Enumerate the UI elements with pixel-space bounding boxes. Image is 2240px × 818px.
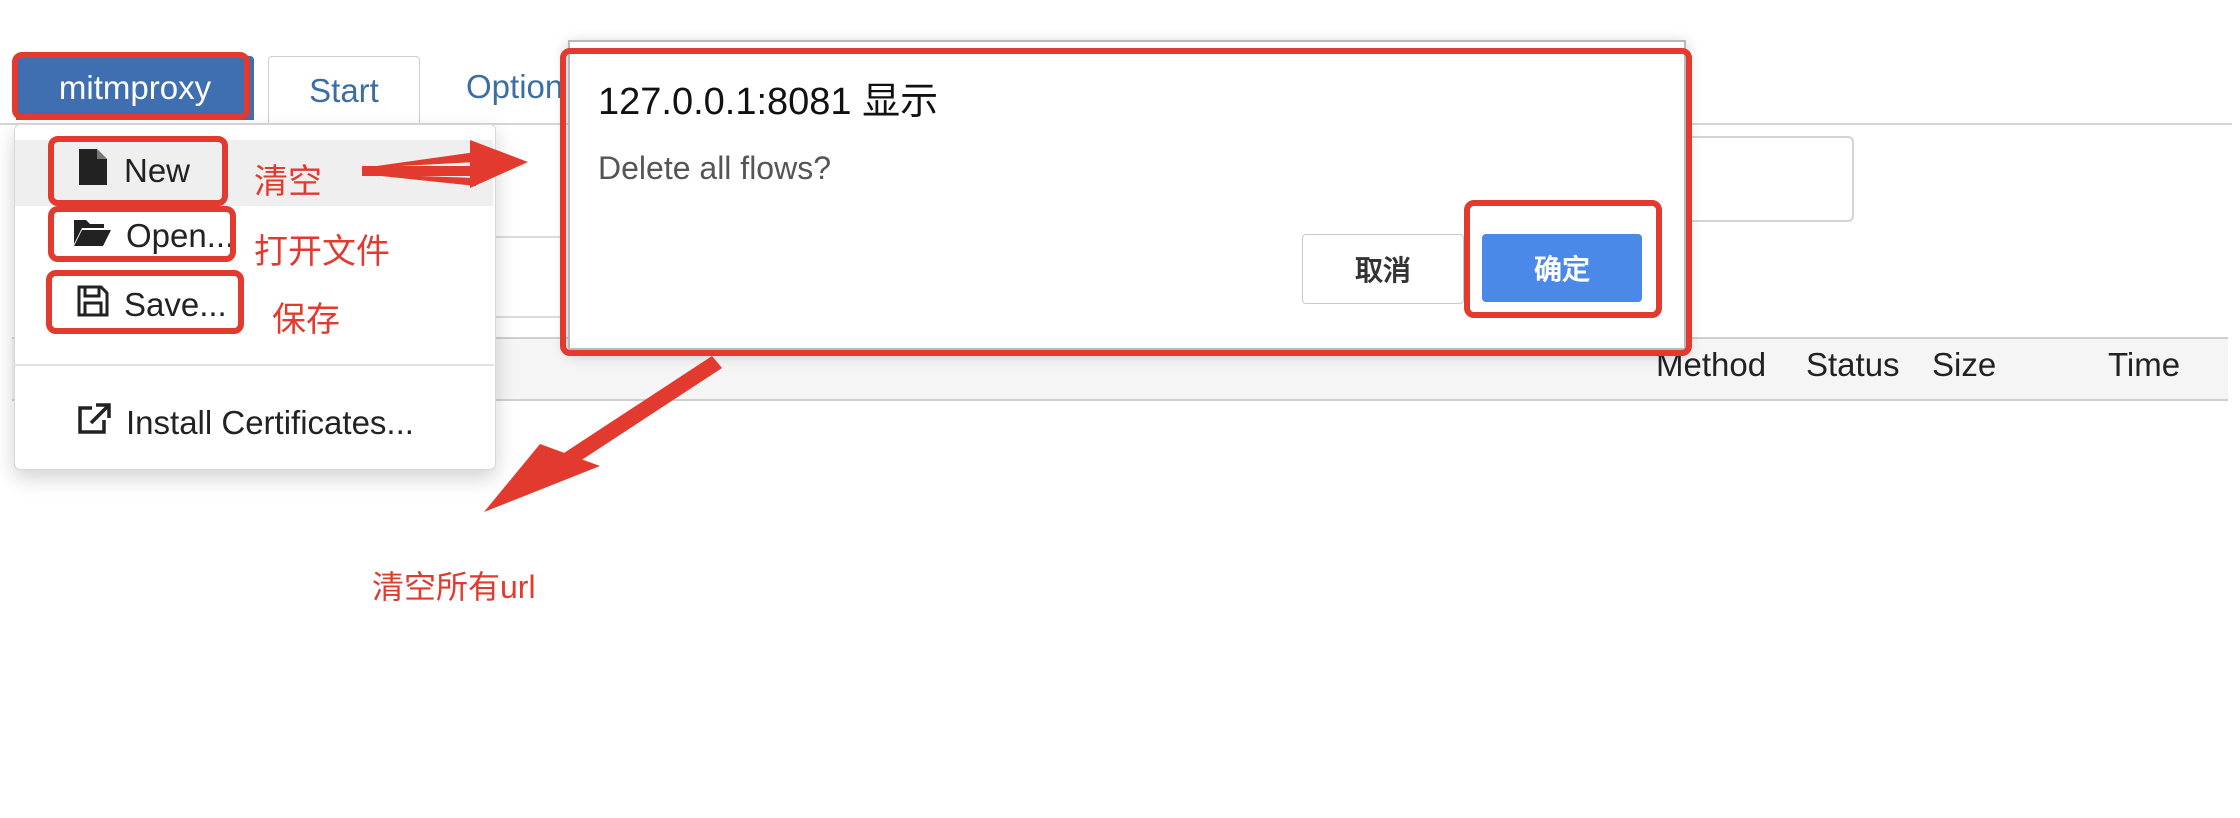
column-size[interactable]: Size: [1932, 346, 1996, 384]
annotation-box-open: [48, 206, 236, 262]
tab-options[interactable]: Option: [466, 68, 563, 106]
annotation-box-brand: [12, 52, 250, 120]
annotation-box-new: [48, 136, 228, 206]
annotation-label-new: 清空: [254, 163, 322, 201]
annotation-box-confirm: [1464, 200, 1662, 318]
external-link-icon: [76, 402, 112, 444]
annotation-label-open: 打开文件: [254, 233, 390, 271]
column-time[interactable]: Time: [2108, 346, 2180, 384]
menu-item-label: Install Certificates...: [126, 404, 414, 441]
annotation-label-delete-all: 清空所有url: [372, 569, 536, 605]
annotation-label-save: 保存: [272, 301, 340, 339]
column-status[interactable]: Status: [1806, 346, 1900, 384]
tab-start[interactable]: Start: [268, 56, 420, 125]
menu-divider: [14, 364, 494, 366]
annotation-box-save: [46, 270, 244, 334]
menu-item-install-certificates[interactable]: Install Certificates...: [76, 402, 414, 444]
